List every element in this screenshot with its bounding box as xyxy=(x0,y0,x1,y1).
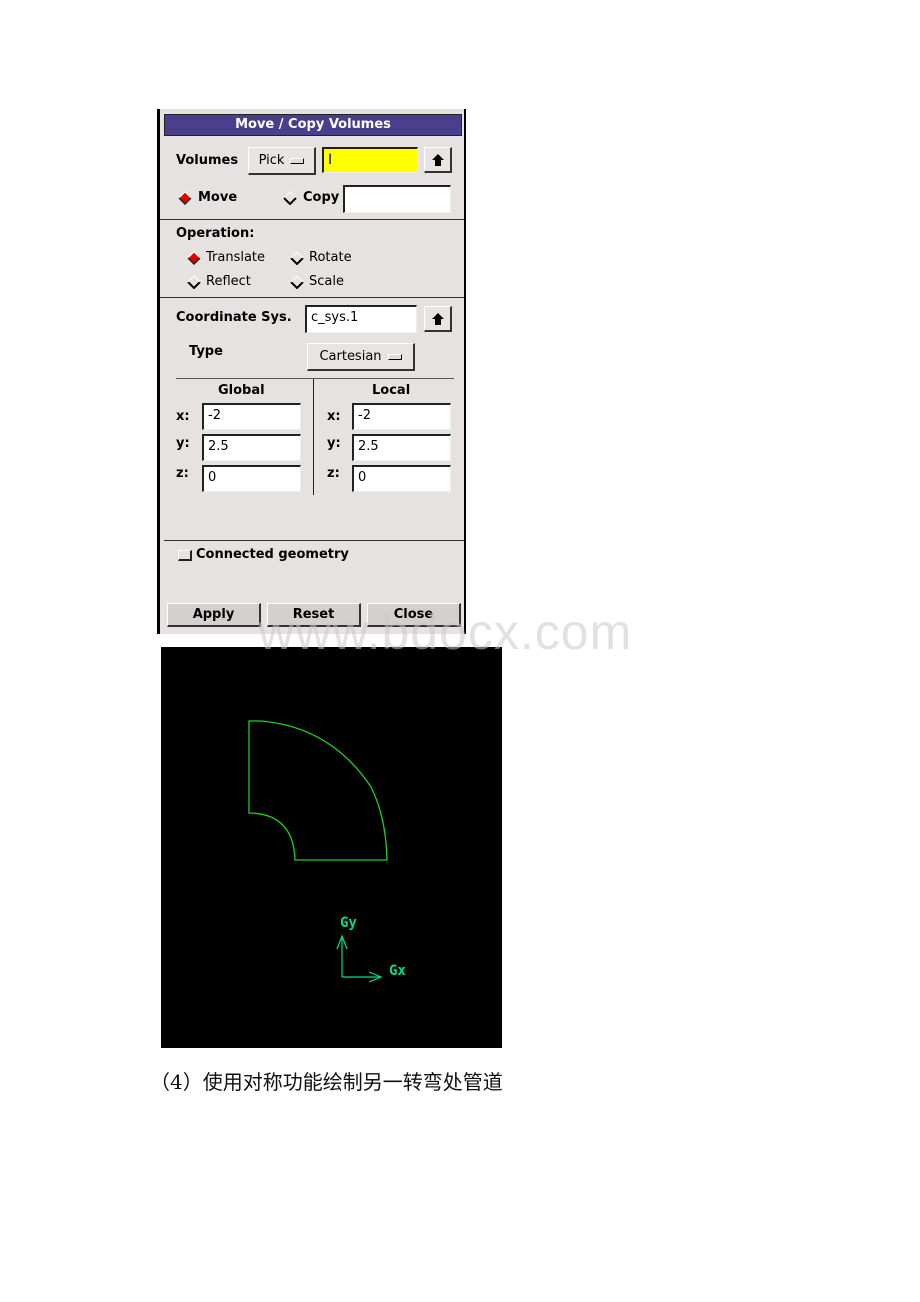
type-value: Cartesian xyxy=(319,349,382,364)
gx-axis-label: Gx xyxy=(389,963,406,979)
coordinate-sys-select-arrow-button[interactable] xyxy=(424,306,452,332)
arrow-up-icon xyxy=(431,153,444,166)
connected-geometry-label: Connected geometry xyxy=(196,547,349,562)
volumes-input[interactable]: I xyxy=(322,147,418,173)
graphics-viewport[interactable]: Gy Gx xyxy=(161,647,502,1048)
translate-label: Translate xyxy=(206,250,266,265)
copy-label: Copy xyxy=(303,190,340,205)
local-x-input[interactable]: -2 xyxy=(352,403,451,430)
caption-text: （4）使用对称功能绘制另一转弯处管道 xyxy=(150,1070,503,1094)
separator xyxy=(160,297,464,298)
separator xyxy=(160,219,464,220)
arrow-up-icon xyxy=(431,312,444,325)
volumes-label: Volumes xyxy=(176,153,239,168)
local-label: Local xyxy=(372,383,411,398)
global-z-input[interactable]: 0 xyxy=(202,465,301,492)
move-copy-volumes-dialog: Move / Copy Volumes Volumes Pick I Move … xyxy=(157,109,466,634)
pick-option-menu[interactable]: Pick xyxy=(248,147,316,175)
operation-label: Operation: xyxy=(176,226,255,241)
option-menu-icon xyxy=(387,353,402,360)
move-radio[interactable] xyxy=(178,191,192,205)
rotate-label: Rotate xyxy=(309,250,352,265)
scale-radio[interactable] xyxy=(290,275,304,289)
translate-radio[interactable] xyxy=(187,251,201,265)
pick-label: Pick xyxy=(258,153,285,168)
coordinate-sys-label: Coordinate Sys. xyxy=(176,310,292,325)
rotate-radio[interactable] xyxy=(290,251,304,265)
global-x-label: x: xyxy=(176,409,190,424)
copy-radio[interactable] xyxy=(283,191,297,205)
global-axes-icon xyxy=(336,934,383,983)
column-divider xyxy=(313,379,314,495)
global-y-input[interactable]: 2.5 xyxy=(202,434,301,461)
watermark: www.bdocx.com xyxy=(258,604,633,660)
option-menu-icon xyxy=(290,157,305,164)
pipe-bend-outline xyxy=(248,720,388,861)
coordinate-sys-input[interactable]: c_sys.1 xyxy=(305,305,417,333)
volumes-select-arrow-button[interactable] xyxy=(424,147,452,173)
local-z-input[interactable]: 0 xyxy=(352,465,451,492)
text-cursor-icon: I xyxy=(328,152,333,168)
move-label: Move xyxy=(198,190,238,205)
type-label: Type xyxy=(189,344,223,359)
gy-axis-label: Gy xyxy=(340,915,357,931)
local-x-label: x: xyxy=(327,409,341,424)
dialog-title: Move / Copy Volumes xyxy=(164,114,462,136)
apply-button[interactable]: Apply xyxy=(167,603,261,627)
local-y-input[interactable]: 2.5 xyxy=(352,434,451,461)
type-option-menu[interactable]: Cartesian xyxy=(307,343,415,371)
connected-geometry-checkbox[interactable] xyxy=(178,550,192,561)
separator xyxy=(176,378,454,379)
global-z-label: z: xyxy=(176,466,189,481)
global-label: Global xyxy=(218,383,265,398)
reflect-radio[interactable] xyxy=(187,275,201,289)
reflect-label: Reflect xyxy=(206,274,251,289)
separator xyxy=(164,540,464,541)
local-y-label: y: xyxy=(327,436,341,451)
local-z-label: z: xyxy=(327,466,340,481)
viewport-canvas: Gy Gx xyxy=(248,720,406,983)
global-x-input[interactable]: -2 xyxy=(202,403,301,430)
copy-count-input[interactable] xyxy=(343,185,451,213)
scale-label: Scale xyxy=(309,274,344,289)
global-y-label: y: xyxy=(176,436,190,451)
